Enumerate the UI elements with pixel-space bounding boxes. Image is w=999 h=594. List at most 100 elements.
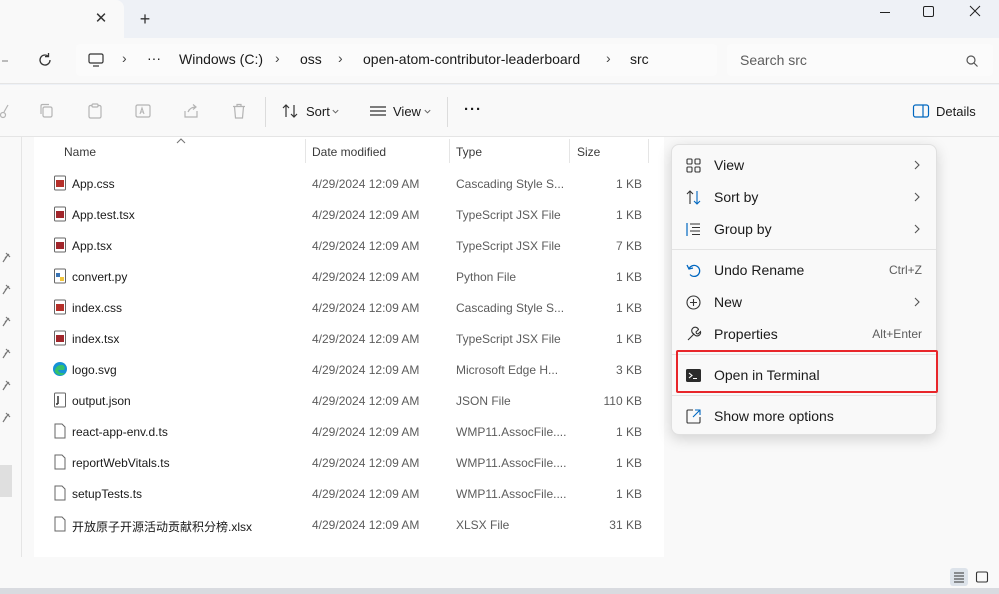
file-row[interactable]: App.css 4/29/2024 12:09 AM Cascading Style… xyxy=(34,168,664,199)
breadcrumb-drive[interactable]: Windows (C:) xyxy=(179,51,263,67)
file-row[interactable]: index.tsx 4/29/2024 12:09 AM TypeScript JS… xyxy=(34,323,664,354)
file-row[interactable]: logo.svg 4/29/2024 12:09 AM Microsoft Edge… xyxy=(34,354,664,385)
file-name[interactable]: App.tsx xyxy=(72,239,112,253)
menu-item-label: Show more options xyxy=(714,408,834,424)
cut-icon[interactable] xyxy=(0,102,12,120)
css-file-icon xyxy=(54,299,66,315)
copy-icon[interactable] xyxy=(38,102,56,120)
details-button[interactable]: Details xyxy=(936,104,976,119)
refresh-icon[interactable] xyxy=(36,51,54,69)
share-icon[interactable] xyxy=(182,102,200,120)
column-header-size[interactable]: Size xyxy=(577,145,600,159)
sort-button[interactable]: Sort xyxy=(306,104,330,119)
command-bar: Sort View ··· Details xyxy=(0,85,999,137)
menu-item-new[interactable]: New xyxy=(676,286,934,318)
column-header-type[interactable]: Type xyxy=(456,145,482,159)
file-name[interactable]: react-app-env.d.ts xyxy=(72,425,168,439)
file-name[interactable]: App.css xyxy=(72,177,115,191)
file-row[interactable]: react-app-env.d.ts 4/29/2024 12:09 AM WMP1… xyxy=(34,416,664,447)
file-name[interactable]: reportWebVitals.ts xyxy=(72,456,170,470)
file-row[interactable]: reportWebVitals.ts 4/29/2024 12:09 AM WMP1… xyxy=(34,447,664,478)
breadcrumb-separator[interactable]: › xyxy=(338,50,343,66)
menu-item-show-more-options[interactable]: Show more options xyxy=(676,400,934,432)
search-input[interactable]: Search src xyxy=(740,52,807,68)
file-row[interactable]: index.css 4/29/2024 12:09 AM Cascading Sty… xyxy=(34,292,664,323)
more-options-button[interactable]: ··· xyxy=(464,101,482,118)
menu-item-sort-by[interactable]: Sort by xyxy=(676,181,934,213)
column-header-name[interactable]: Name xyxy=(64,145,96,159)
breadcrumb-separator[interactable]: › xyxy=(275,50,280,66)
window-edge xyxy=(0,588,999,594)
file-name[interactable]: 开放原子开源活动贡献积分榜.xlsx xyxy=(72,518,252,535)
paste-icon[interactable] xyxy=(86,102,104,120)
close-tab-button[interactable]: ✕ xyxy=(92,10,110,28)
column-divider[interactable] xyxy=(569,139,570,163)
file-name[interactable]: logo.svg xyxy=(72,363,117,377)
delete-icon[interactable] xyxy=(230,102,248,120)
undo-icon xyxy=(686,264,701,277)
sort-icon[interactable] xyxy=(281,102,299,120)
explorer-tab[interactable]: ✕ xyxy=(0,0,124,38)
menu-separator xyxy=(672,395,936,396)
menu-separator xyxy=(672,249,936,250)
blank-file-icon xyxy=(54,454,66,470)
details-pane-icon[interactable] xyxy=(912,102,930,120)
breadcrumb-oss[interactable]: oss xyxy=(300,51,322,67)
file-row[interactable]: App.test.tsx 4/29/2024 12:09 AM TypeScript… xyxy=(34,199,664,230)
forward-icon[interactable] xyxy=(0,52,18,70)
file-name[interactable]: App.test.tsx xyxy=(72,208,135,222)
close-window-button[interactable] xyxy=(952,0,998,26)
file-date-modified: 4/29/2024 12:09 AM xyxy=(312,177,420,191)
tiles-view-toggle[interactable] xyxy=(973,568,991,586)
computer-icon[interactable] xyxy=(87,51,105,69)
view-list-icon[interactable] xyxy=(369,102,387,120)
menu-item-properties[interactable]: Properties Alt+Enter xyxy=(676,318,934,350)
file-size: 1 KB xyxy=(615,177,642,191)
file-name[interactable]: convert.py xyxy=(72,270,127,284)
file-row[interactable]: output.json 4/29/2024 12:09 AM JSON File 11… xyxy=(34,385,664,416)
selected-nav-item[interactable] xyxy=(0,465,12,497)
breadcrumb-separator[interactable]: › xyxy=(122,50,127,66)
column-divider[interactable] xyxy=(648,139,649,163)
menu-item-undo-rename[interactable]: Undo Rename Ctrl+Z xyxy=(676,254,934,286)
column-divider[interactable] xyxy=(305,139,306,163)
new-tab-button[interactable]: + xyxy=(136,10,154,28)
file-size: 1 KB xyxy=(615,270,642,284)
file-row[interactable]: convert.py 4/29/2024 12:09 AM Python File 1… xyxy=(34,261,664,292)
details-view-toggle[interactable] xyxy=(950,568,968,586)
menu-item-view[interactable]: View xyxy=(676,149,934,181)
minimize-button[interactable] xyxy=(862,0,908,26)
menu-item-group-by[interactable]: Group by xyxy=(676,213,934,245)
breadcrumb-separator[interactable]: › xyxy=(606,50,611,66)
pin-icon xyxy=(2,316,11,327)
sort-ascending-icon xyxy=(176,138,186,144)
breadcrumb-src[interactable]: src xyxy=(630,51,649,67)
file-type: TypeScript JSX File xyxy=(456,208,561,222)
view-button[interactable]: View xyxy=(393,104,421,119)
file-size: 31 KB xyxy=(609,518,642,532)
python-file-icon xyxy=(54,268,66,284)
breadcrumb-project[interactable]: open-atom-contributor-leaderboard xyxy=(363,51,580,67)
rename-icon[interactable] xyxy=(134,102,152,120)
column-divider[interactable] xyxy=(449,139,450,163)
file-name[interactable]: output.json xyxy=(72,394,131,408)
file-name[interactable]: index.tsx xyxy=(72,332,119,346)
file-row[interactable]: setupTests.ts 4/29/2024 12:09 AM WMP11.Ass… xyxy=(34,478,664,509)
menu-item-label: Properties xyxy=(714,326,778,342)
file-row[interactable]: 开放原子开源活动贡献积分榜.xlsx 4/29/2024 12:09 AM XLSX… xyxy=(34,509,664,540)
shortcut-label: Alt+Enter xyxy=(872,327,922,341)
toolbar-divider xyxy=(447,97,448,127)
breadcrumb-overflow[interactable]: ··· xyxy=(147,50,161,66)
file-type: XLSX File xyxy=(456,518,510,532)
file-date-modified: 4/29/2024 12:09 AM xyxy=(312,487,420,501)
maximize-button[interactable] xyxy=(906,0,952,26)
column-header-date[interactable]: Date modified xyxy=(312,145,386,159)
search-box[interactable]: Search src xyxy=(727,44,993,76)
address-bar[interactable]: › ··· Windows (C:) › oss › open-atom-con… xyxy=(76,44,717,76)
file-size: 1 KB xyxy=(615,425,642,439)
file-name[interactable]: setupTests.ts xyxy=(72,487,142,501)
file-type: JSON File xyxy=(456,394,511,408)
tsx-file-icon xyxy=(54,237,66,253)
file-name[interactable]: index.css xyxy=(72,301,122,315)
file-row[interactable]: App.tsx 4/29/2024 12:09 AM TypeScript JSX … xyxy=(34,230,664,261)
